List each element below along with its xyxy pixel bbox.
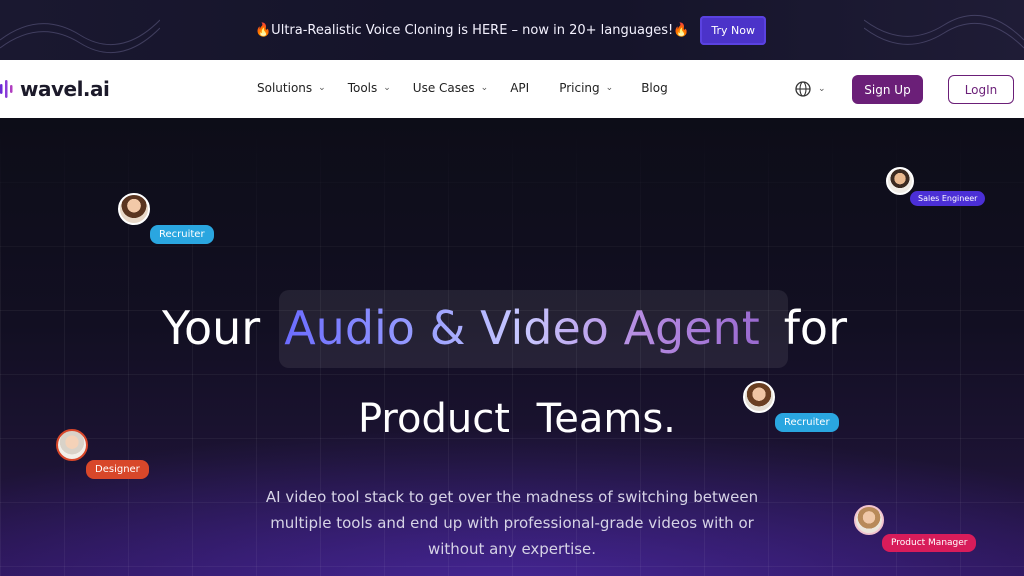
chevron-down-icon: ⌄ [605, 83, 614, 93]
persona-tag: Designer [86, 460, 149, 479]
headline-suffix: for [783, 301, 847, 355]
headline-highlight: Audio & Video Agent [284, 301, 760, 355]
nav-item-blog[interactable]: Blog [641, 81, 668, 95]
headline-line-2: Product Teams. [358, 396, 676, 442]
nav-item-label: Pricing [559, 81, 600, 95]
chevron-down-icon: ⌄ [480, 83, 489, 93]
nav-menu: Solutions ⌄ Tools ⌄ Use Cases ⌄ API Pric… [257, 81, 690, 95]
avatar [854, 505, 884, 535]
announcement-text: 🔥Ultra-Realistic Voice Cloning is HERE –… [255, 22, 690, 38]
nav-item-label: Tools [347, 81, 378, 95]
wave-decoration [0, 19, 160, 54]
chevron-down-icon: ⌄ [318, 83, 326, 93]
headline-line-1: Your Audio & Video Agent for [162, 301, 862, 355]
announcement-bar: 🔥Ultra-Realistic Voice Cloning is HERE –… [0, 0, 1024, 60]
avatar [56, 429, 88, 461]
nav-item-pricing[interactable]: Pricing ⌄ [559, 81, 613, 95]
nav-item-label: Use Cases [412, 81, 475, 95]
persona-tag: Recruiter [150, 225, 214, 244]
persona-tag: Recruiter [775, 413, 839, 432]
persona-tag: Sales Engineer [910, 191, 986, 206]
logo-text: wavel.ai [20, 77, 110, 101]
language-selector[interactable]: ⌄ [795, 81, 826, 97]
nav-item-label: Blog [641, 81, 668, 95]
hero-description: AI video tool stack to get over the madn… [265, 488, 759, 558]
wave-logo-icon [0, 80, 13, 98]
nav-item-use-cases[interactable]: Use Cases ⌄ [413, 81, 488, 95]
persona-tag: Product Manager [882, 534, 977, 552]
wave-decoration [864, 14, 1024, 49]
headline-prefix: Your [162, 301, 261, 355]
signup-button[interactable]: Sign Up [852, 75, 923, 104]
nav-item-label: Solutions [257, 81, 313, 95]
avatar [886, 167, 914, 195]
chevron-down-icon: ⌄ [818, 84, 826, 94]
nav-item-solutions[interactable]: Solutions ⌄ [257, 81, 326, 95]
nav-item-tools[interactable]: Tools ⌄ [348, 81, 391, 95]
nav-item-api[interactable]: API [510, 81, 529, 95]
hero-section: Your Audio & Video Agent for Product Tea… [0, 118, 1024, 576]
avatar [118, 193, 150, 225]
avatar [743, 381, 775, 413]
login-button[interactable]: LogIn [948, 75, 1014, 104]
nav-item-label: API [510, 81, 530, 95]
try-now-button[interactable]: Try Now [700, 15, 766, 45]
logo[interactable]: wavel.ai [0, 77, 110, 101]
chevron-down-icon: ⌄ [383, 83, 391, 93]
globe-icon [795, 81, 811, 97]
